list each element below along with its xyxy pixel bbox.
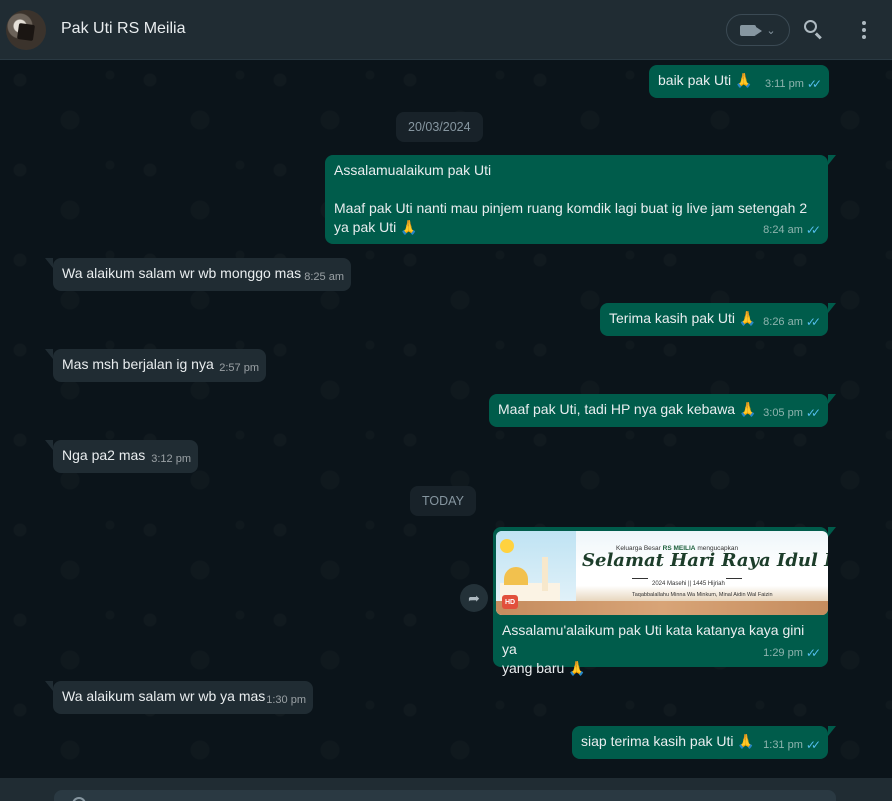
message-time: 3:11 pm (764, 78, 804, 90)
forward-icon: ➦ (468, 589, 480, 606)
message-text: Nga pa2 mas (62, 447, 146, 463)
message-text: Terima kasih pak Uti 🙏 (609, 310, 757, 326)
message-text: Maaf pak Uti, tadi HP nya gak kebawa 🙏 (498, 401, 757, 417)
read-ticks-icon: ✓✓ (805, 406, 821, 420)
read-ticks-icon: ✓✓ (805, 315, 821, 329)
message-bubble-incoming[interactable]: Mas msh berjalan ig nya 2:57 pm (45, 349, 266, 382)
greeting-banner-image[interactable]: HD Keluarga Besar RS MEILIA mengucapkan … (496, 531, 828, 615)
message-time: 8:25 am (304, 271, 344, 283)
message-time: 3:12 pm (151, 453, 191, 465)
forward-button[interactable]: ➦ (460, 584, 488, 612)
message-list[interactable]: baik pak Uti 🙏 3:11 pm ✓✓ 20/03/2024 Assa… (0, 60, 892, 778)
read-ticks-icon: ✓✓ (805, 223, 821, 237)
message-bubble-outgoing[interactable]: baik pak Uti 🙏 3:11 pm ✓✓ (649, 65, 829, 98)
banner-footer: Taqabbalallahu Minna Wa Minkum, Minal Ai… (632, 592, 773, 598)
message-composer (0, 778, 892, 801)
read-ticks-icon: ✓✓ (805, 738, 821, 752)
contact-name[interactable]: Pak Uti RS Meilia (61, 20, 185, 38)
message-text: Wa alaikum salam wr wb ya mas (62, 688, 266, 704)
message-time: 8:24 am (763, 224, 803, 236)
banner-title: Selamat Hari Raya Idul Fitri (582, 550, 828, 571)
menu-dots-icon (862, 21, 866, 25)
read-ticks-icon: ✓✓ (805, 646, 821, 660)
mosque-icon (504, 567, 528, 585)
message-time: 1:31 pm (763, 739, 803, 751)
search-icon (804, 20, 817, 33)
message-input[interactable] (54, 790, 836, 801)
read-ticks-icon: ✓✓ (806, 77, 822, 91)
message-bubble-outgoing[interactable]: Maaf pak Uti, tadi HP nya gak kebawa 🙏 3… (489, 394, 836, 427)
date-divider: TODAY (410, 486, 476, 516)
message-bubble-incoming[interactable]: Wa alaikum salam wr wb ya mas 1:30 pm (45, 681, 313, 714)
message-time: 1:30 pm (266, 694, 306, 706)
message-bubble-outgoing-image[interactable]: HD Keluarga Besar RS MEILIA mengucapkan … (493, 527, 836, 676)
message-time: 2:57 pm (219, 362, 259, 374)
contact-avatar[interactable] (6, 10, 46, 50)
message-bubble-incoming[interactable]: Nga pa2 mas 3:12 pm (45, 440, 198, 473)
message-time: 1:29 pm (763, 647, 803, 659)
menu-button[interactable] (855, 18, 873, 42)
message-time: 8:26 am (763, 316, 803, 328)
date-divider: 20/03/2024 (396, 112, 483, 142)
search-button[interactable] (802, 18, 826, 42)
message-bubble-outgoing[interactable]: Terima kasih pak Uti 🙏 8:26 am ✓✓ (600, 303, 836, 336)
sun-icon (500, 539, 514, 553)
message-bubble-incoming[interactable]: Wa alaikum salam wr wb monggo mas 8:25 a… (45, 258, 351, 291)
message-text: baik pak Uti 🙏 (658, 72, 753, 88)
hd-badge: HD (502, 595, 518, 609)
message-bubble-outgoing[interactable]: siap terima kasih pak Uti 🙏 1:31 pm ✓✓ (572, 726, 836, 759)
message-time: 3:05 pm (763, 407, 803, 419)
chevron-down-icon: ⌄ (766, 24, 776, 37)
message-bubble-outgoing[interactable]: Assalamualaikum pak Uti Maaf pak Uti nan… (325, 155, 836, 244)
message-text: Wa alaikum salam wr wb monggo mas (62, 265, 302, 281)
message-text: siap terima kasih pak Uti 🙏 (581, 733, 755, 749)
video-call-button[interactable]: ⌄ (726, 14, 790, 46)
message-text: Mas msh berjalan ig nya (62, 356, 214, 372)
video-camera-icon (740, 24, 763, 36)
message-text: Assalamualaikum pak Uti Maaf pak Uti nan… (334, 162, 808, 235)
chat-header: Pak Uti RS Meilia ⌄ (0, 0, 892, 60)
